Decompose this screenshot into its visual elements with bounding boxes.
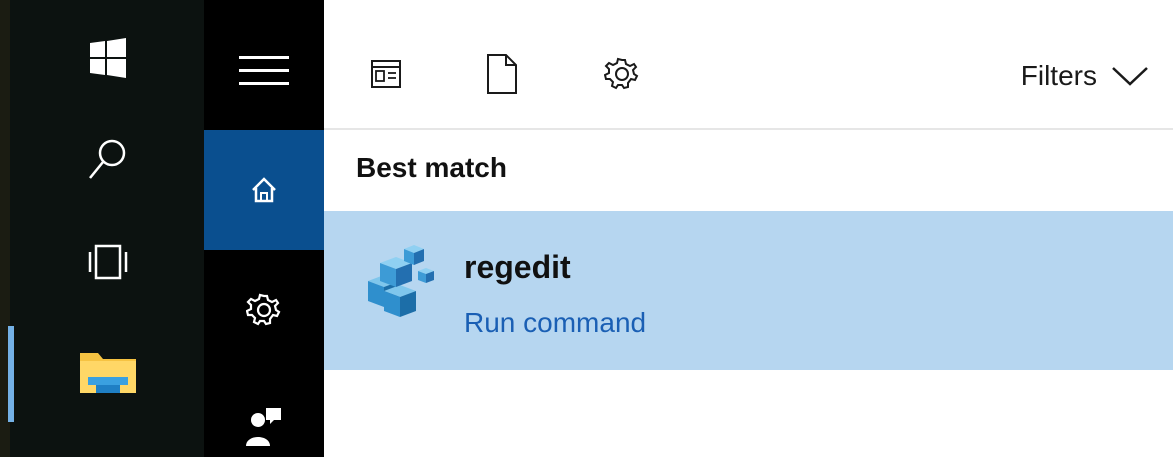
regedit-icon xyxy=(368,245,434,317)
start-nav-rail xyxy=(204,0,324,457)
hamburger-menu-icon xyxy=(239,56,289,85)
task-view-button[interactable] xyxy=(60,222,156,302)
result-subtitle: Run command xyxy=(464,307,647,338)
chevron-down-icon xyxy=(1112,67,1148,86)
search-icon xyxy=(89,139,126,179)
apps-filter-button[interactable] xyxy=(362,48,410,100)
windows-logo-icon xyxy=(90,38,126,78)
taskbar-search-button[interactable] xyxy=(60,120,156,200)
toolbar-divider xyxy=(324,128,1173,130)
settings-button[interactable] xyxy=(204,270,324,350)
start-search-window: Filters Best match regedit Run command xyxy=(0,0,1173,457)
task-view-icon xyxy=(88,244,128,280)
file-explorer-icon xyxy=(80,353,136,393)
file-explorer-button[interactable] xyxy=(60,332,156,412)
search-results-panel: Filters Best match regedit Run command xyxy=(324,0,1173,457)
documents-filter-button[interactable] xyxy=(478,48,526,100)
best-match-heading: Best match xyxy=(356,152,507,183)
settings-filter-button[interactable] xyxy=(598,48,646,100)
active-app-indicator xyxy=(8,326,14,422)
home-button[interactable] xyxy=(204,130,324,250)
filters-label: Filters xyxy=(1020,60,1097,91)
document-icon xyxy=(487,54,517,94)
taskbar xyxy=(0,0,204,457)
result-title: regedit xyxy=(464,249,571,285)
gear-icon xyxy=(246,293,281,326)
start-button[interactable] xyxy=(60,18,156,98)
filters-dropdown[interactable]: Filters xyxy=(1021,56,1149,96)
feedback-icon xyxy=(246,408,281,446)
menu-button[interactable] xyxy=(204,30,324,110)
search-result-item[interactable]: regedit Run command xyxy=(324,211,1173,370)
search-filter-toolbar: Filters xyxy=(324,0,1173,128)
home-icon xyxy=(252,177,276,203)
settings-icon xyxy=(604,57,639,90)
feedback-button[interactable] xyxy=(204,395,324,457)
apps-icon xyxy=(371,60,401,88)
